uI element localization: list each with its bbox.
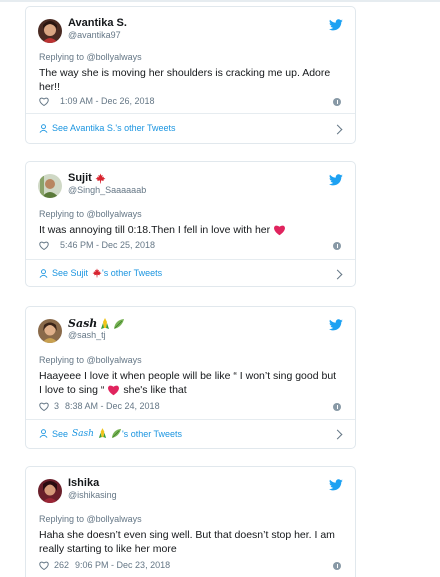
display-name[interactable]: Avantika S.: [68, 17, 127, 29]
tweet-meta: 5:46 PM - Dec 25, 2018: [39, 240, 155, 250]
see-other-tweets-suffix[interactable]: 's other Tweets: [122, 429, 182, 439]
see-other-tweets-name[interactable]: Sash: [72, 429, 94, 439]
user-handle[interactable]: @sash_tj: [68, 330, 106, 340]
user-handle[interactable]: @Singh_Saaaaaab: [68, 185, 146, 195]
info-icon[interactable]: [333, 98, 341, 106]
tweet-card[interactable]: Avantika S. @avantika97 Replying to @bol…: [25, 6, 356, 144]
like-heart-icon[interactable]: [39, 97, 49, 106]
tweet-meta: 262 9:06 PM - Dec 23, 2018: [39, 560, 170, 570]
divider: [26, 259, 355, 260]
avatar[interactable]: [38, 319, 62, 343]
twitter-bird-icon[interactable]: [329, 174, 343, 186]
display-name-text[interactable]: Sash: [68, 317, 97, 330]
timestamp[interactable]: 1:09 AM - Dec 26, 2018: [60, 96, 155, 106]
twitter-bird-icon[interactable]: [329, 319, 343, 331]
see-other-tweets-link[interactable]: See Sash 's other Tweets: [39, 428, 182, 439]
tweet-card[interactable]: Sujit @Singh_Saaaaaab Replying to @bolly…: [25, 161, 356, 287]
user-handle[interactable]: @avantika97: [68, 30, 121, 40]
info-icon[interactable]: [333, 562, 341, 570]
see-other-tweets-link[interactable]: See Avantika S.'s other Tweets: [39, 123, 175, 133]
avatar[interactable]: [38, 479, 62, 503]
replying-to[interactable]: Replying to @bollyalways: [39, 355, 142, 365]
divider: [26, 113, 355, 114]
tweet-meta: 1:09 AM - Dec 26, 2018: [39, 96, 155, 106]
avatar[interactable]: [38, 19, 62, 43]
like-heart-icon[interactable]: [39, 402, 49, 411]
chevron-right-icon[interactable]: [332, 429, 343, 440]
tweet-text: The way she is moving her shoulders is c…: [39, 67, 331, 93]
tweet-meta: 3 8:38 AM - Dec 24, 2018: [39, 401, 160, 411]
tweet-card[interactable]: Ishika @ishikasing Replying to @bollyalw…: [25, 466, 356, 577]
like-count: 3: [54, 401, 60, 411]
leaves-emoji-icon: [111, 428, 122, 439]
user-handle[interactable]: @ishikasing: [68, 490, 117, 500]
info-icon[interactable]: [333, 403, 341, 411]
red-heart-emoji-icon: [108, 385, 120, 396]
chevron-right-icon[interactable]: [332, 124, 343, 135]
like-heart-icon[interactable]: [39, 561, 49, 570]
display-name[interactable]: Sash: [68, 317, 125, 330]
tweet-text: Haayeee I love it when people will be li…: [39, 369, 345, 397]
replying-to[interactable]: Replying to @bollyalways: [39, 514, 142, 524]
see-other-tweets-suffix[interactable]: 's other Tweets: [102, 268, 162, 278]
person-icon: [39, 268, 48, 278]
replying-to[interactable]: Replying to @bollyalways: [39, 209, 142, 219]
see-other-tweets-label[interactable]: See Avantika S.'s other Tweets: [52, 123, 175, 133]
twitter-bird-icon[interactable]: [329, 19, 343, 31]
see-other-tweets-label[interactable]: See: [52, 429, 68, 439]
person-icon: [39, 123, 48, 133]
leaves-emoji-icon: [114, 318, 125, 329]
info-icon[interactable]: [333, 242, 341, 250]
corn-emoji-icon: [101, 317, 110, 329]
tweet-text-content: It was annoying till 0:18.Then I fell in…: [39, 224, 271, 236]
timestamp[interactable]: 8:38 AM - Dec 24, 2018: [65, 401, 160, 411]
corn-emoji-icon: [98, 428, 107, 438]
tweet-card[interactable]: Sash @sash_tj Replying to @bollyalways H…: [25, 306, 356, 449]
tweet-text-part: she's like that: [123, 384, 187, 396]
display-name[interactable]: Ishika: [68, 477, 99, 489]
tweet-text-line: I love to sing “ she's like that: [39, 383, 345, 397]
tweet-text-part: I love to sing “: [39, 384, 105, 396]
tweet-text-line: Haayeee I love it when people will be li…: [39, 370, 337, 382]
avatar[interactable]: [38, 174, 62, 198]
see-other-tweets-label[interactable]: See Sujit: [52, 268, 88, 278]
maple-leaf-icon: [95, 173, 106, 183]
red-heart-emoji-icon: [274, 225, 286, 236]
timestamp[interactable]: 5:46 PM - Dec 25, 2018: [60, 240, 155, 250]
top-divider: [0, 0, 440, 2]
chevron-right-icon[interactable]: [332, 269, 343, 280]
tweet-text: Haha she doesn’t even sing well. But tha…: [39, 529, 335, 555]
divider: [26, 419, 355, 420]
display-name[interactable]: Sujit: [68, 172, 106, 184]
maple-leaf-icon: [92, 268, 102, 278]
person-icon: [39, 429, 48, 438]
tweet-text: It was annoying till 0:18.Then I fell in…: [39, 223, 345, 237]
twitter-bird-icon[interactable]: [329, 479, 343, 491]
like-heart-icon[interactable]: [39, 241, 49, 250]
see-other-tweets-link[interactable]: See Sujit 's other Tweets: [39, 268, 162, 278]
like-count: 262: [54, 560, 70, 570]
timestamp[interactable]: 9:06 PM - Dec 23, 2018: [75, 560, 170, 570]
replying-to[interactable]: Replying to @bollyalways: [39, 52, 142, 62]
